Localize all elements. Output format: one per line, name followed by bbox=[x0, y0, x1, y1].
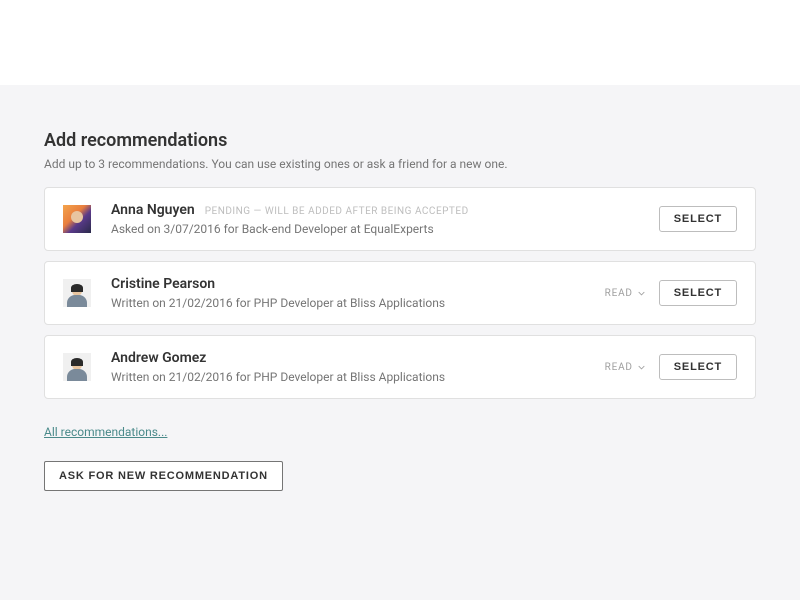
card-actions: READ SELECT bbox=[605, 280, 737, 306]
recommendation-card: Anna Nguyen PENDING — WILL BE ADDED AFTE… bbox=[44, 187, 756, 251]
recommendation-card: Cristine Pearson Written on 21/02/2016 f… bbox=[44, 261, 756, 325]
card-actions: SELECT bbox=[659, 206, 737, 232]
recommendation-card: Andrew Gomez Written on 21/02/2016 for P… bbox=[44, 335, 756, 399]
select-button[interactable]: SELECT bbox=[659, 206, 737, 232]
select-button[interactable]: SELECT bbox=[659, 354, 737, 380]
all-recommendations-link[interactable]: All recommendations... bbox=[44, 425, 167, 439]
card-content: Cristine Pearson Written on 21/02/2016 f… bbox=[111, 276, 605, 310]
section-header: Add recommendations Add up to 3 recommen… bbox=[44, 130, 756, 171]
recommendation-meta: Written on 21/02/2016 for PHP Developer … bbox=[111, 370, 605, 384]
ask-recommendation-button[interactable]: ASK FOR NEW RECOMMENDATION bbox=[44, 461, 283, 491]
recommendation-meta: Written on 21/02/2016 for PHP Developer … bbox=[111, 296, 605, 310]
chevron-down-icon bbox=[638, 290, 645, 297]
read-toggle[interactable]: READ bbox=[605, 362, 645, 373]
card-content: Andrew Gomez Written on 21/02/2016 for P… bbox=[111, 350, 605, 384]
card-content: Anna Nguyen PENDING — WILL BE ADDED AFTE… bbox=[111, 202, 659, 236]
select-button[interactable]: SELECT bbox=[659, 280, 737, 306]
read-label: READ bbox=[605, 288, 633, 299]
top-spacer bbox=[0, 0, 800, 85]
read-label: READ bbox=[605, 362, 633, 373]
recommender-name: Andrew Gomez bbox=[111, 350, 206, 366]
section-title: Add recommendations bbox=[44, 130, 756, 151]
avatar bbox=[63, 279, 91, 307]
section-subtitle: Add up to 3 recommendations. You can use… bbox=[44, 157, 756, 171]
pending-status: PENDING — WILL BE ADDED AFTER BEING ACCE… bbox=[205, 206, 469, 217]
avatar bbox=[63, 353, 91, 381]
avatar bbox=[63, 205, 91, 233]
recommendation-meta: Asked on 3/07/2016 for Back-end Develope… bbox=[111, 222, 659, 236]
recommendations-section: Add recommendations Add up to 3 recommen… bbox=[0, 85, 800, 600]
read-toggle[interactable]: READ bbox=[605, 288, 645, 299]
recommender-name: Cristine Pearson bbox=[111, 276, 215, 292]
card-name-row: Anna Nguyen PENDING — WILL BE ADDED AFTE… bbox=[111, 202, 659, 218]
card-name-row: Cristine Pearson bbox=[111, 276, 605, 292]
chevron-down-icon bbox=[638, 364, 645, 371]
card-actions: READ SELECT bbox=[605, 354, 737, 380]
recommender-name: Anna Nguyen bbox=[111, 202, 195, 218]
card-name-row: Andrew Gomez bbox=[111, 350, 605, 366]
